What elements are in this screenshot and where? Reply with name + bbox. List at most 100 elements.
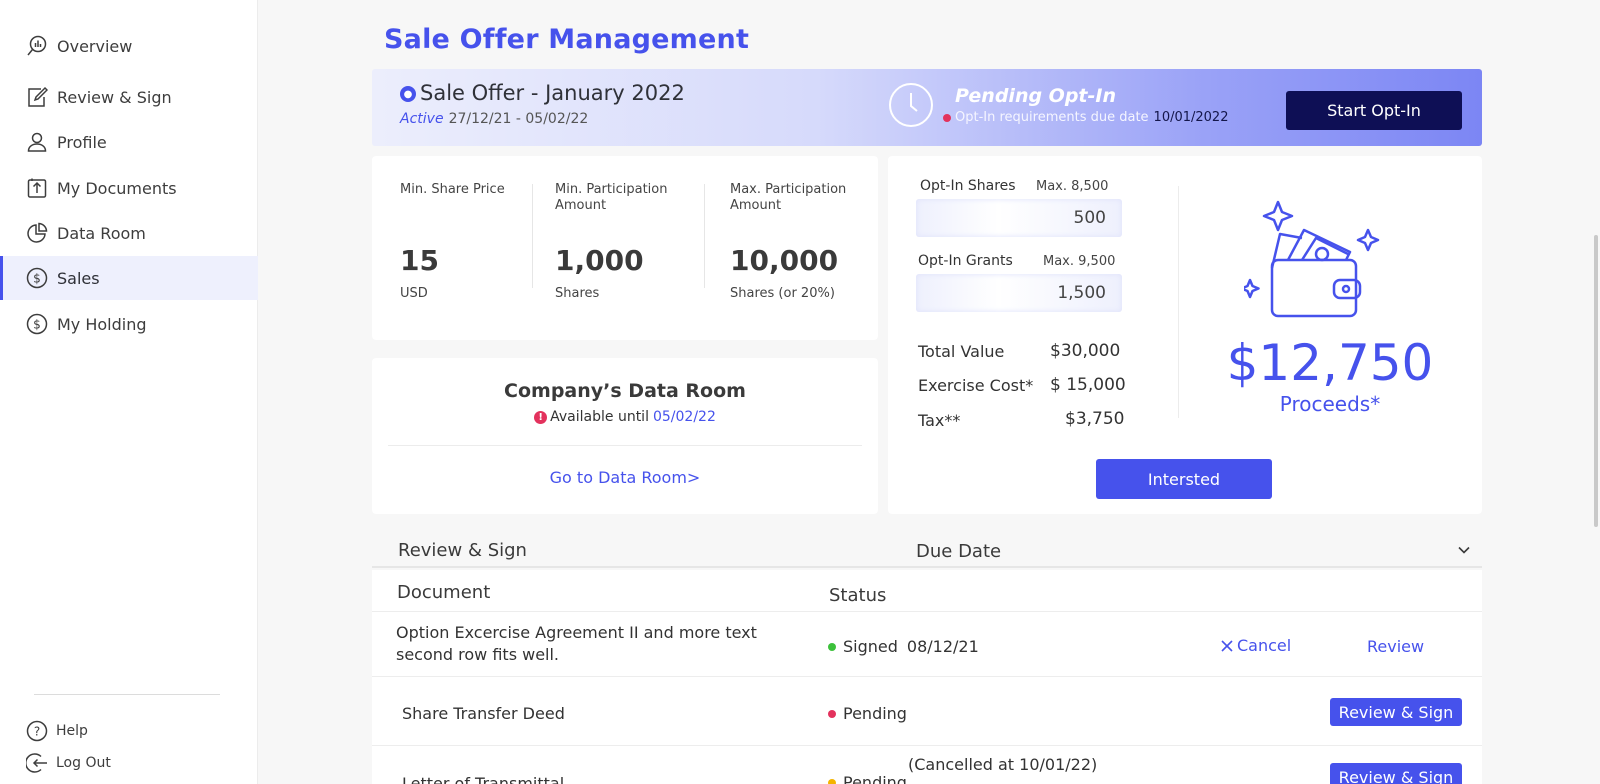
status-pending: Pending [828, 773, 907, 784]
alert-dot [943, 113, 951, 122]
review-sign-header[interactable]: Review & Sign Due Date [372, 530, 1482, 568]
dollar-circle-icon: $ [26, 313, 48, 335]
sale-offer-banner: ● Sale Offer - January 2022 Active 27/12/… [372, 69, 1482, 146]
pending-opt-in-title: Pending Opt-In [955, 85, 1116, 107]
start-opt-in-button[interactable]: Start Opt-In [1286, 91, 1462, 130]
svg-text:?: ? [34, 725, 40, 739]
signed-date: 08/12/21 [906, 637, 979, 656]
document-name: Letter of Transmittal [402, 774, 565, 784]
status-dot [828, 778, 836, 784]
alert-icon: ! [534, 410, 548, 424]
sidebar-item-label: Profile [57, 132, 107, 152]
status-dot [828, 709, 836, 718]
dollar-circle-icon: $ [26, 267, 48, 289]
sidebar-item-label: My Documents [57, 178, 177, 198]
offer-period: Active 27/12/21 - 05/02/22 [400, 111, 588, 127]
user-icon [26, 131, 48, 153]
available-date: 05/02/22 [652, 409, 716, 425]
review-sign-button[interactable]: Review & Sign [1330, 763, 1462, 784]
tax-label: Tax** [918, 411, 961, 430]
requirements-date: 10/01/2022 [1153, 110, 1229, 125]
wallet-icon [1244, 200, 1380, 318]
requirements-text: Opt-In requirements due date [955, 110, 1149, 125]
cancelled-note: (Cancelled at 10/01/22) [908, 755, 1098, 774]
opt-in-shares-max: Max. 8,500 [1036, 179, 1109, 194]
go-to-data-room-link[interactable]: Go to Data Room> [372, 468, 878, 487]
total-value: $30,000 [1050, 341, 1121, 361]
sidebar-item-label: Review & Sign [57, 87, 172, 107]
close-icon [1221, 639, 1233, 652]
metric-label: Min. Share Price [400, 182, 505, 197]
sidebar-item-sales[interactable]: $ Sales [0, 256, 258, 300]
document-name: Option Excercise Agreement II and more t… [396, 623, 757, 664]
status-text: Pending [843, 773, 907, 784]
column-header-status: Status [829, 585, 887, 606]
status-signed: Signed 08/12/21 [828, 637, 979, 656]
vertical-scrollbar[interactable] [1594, 235, 1598, 527]
due-date-header: Due Date [916, 541, 1002, 562]
row-divider [372, 676, 1482, 677]
sidebar-item-overview[interactable]: Overview [0, 24, 258, 68]
status-pending: Pending [828, 704, 907, 723]
metric-min-share-price: Min. Share Price 15 USD [400, 182, 530, 301]
review-sign-button[interactable]: Review & Sign [1330, 698, 1462, 726]
status-text: Signed [843, 637, 898, 656]
help-label: Help [56, 723, 88, 739]
edit-document-icon [26, 86, 48, 108]
opt-in-card: Opt-In Shares Max. 8,500 Opt-In Grants M… [888, 156, 1482, 514]
divider [388, 445, 862, 446]
opt-in-grants-label: Opt-In Grants [918, 253, 1013, 269]
overview-search-chart-icon [26, 35, 48, 57]
offer-metrics-card: Min. Share Price 15 USD Min. Participati… [372, 156, 878, 340]
metric-value: 1,000 [555, 244, 644, 277]
data-room-title: Company’s Data Room [504, 380, 746, 402]
metric-label: Max. Participation Amount [730, 182, 847, 213]
document-upload-icon [26, 177, 48, 199]
sidebar-item-data-room[interactable]: Data Room [0, 211, 258, 255]
proceeds-value: $12,750 [1226, 334, 1434, 392]
info-icon: ● [400, 86, 416, 102]
sidebar-item-label: Sales [57, 268, 100, 288]
opt-in-grants-input[interactable] [916, 274, 1122, 312]
sidebar-item-label: Overview [57, 36, 133, 56]
metric-label: Min. Participation Amount [555, 182, 668, 213]
status-dot [828, 642, 836, 651]
review-button[interactable]: Review [1367, 637, 1424, 656]
available-text: Available until [550, 409, 649, 425]
logout-link[interactable]: Log Out [0, 752, 111, 774]
metric-divider [532, 184, 533, 288]
sidebar-item-review-sign[interactable]: Review & Sign [0, 75, 258, 119]
opt-in-shares-label: Opt-In Shares [920, 178, 1016, 194]
documents-table: Document Status Option Excercise Agreeme… [372, 570, 1482, 784]
document-name: Share Transfer Deed [402, 704, 565, 723]
opt-in-shares-input[interactable] [916, 199, 1122, 237]
sidebar-item-label: My Holding [57, 314, 147, 334]
proceeds-label: Proceeds* [1279, 392, 1381, 416]
data-room-availability: ! Available until 05/02/22 [372, 409, 878, 425]
metric-min-participation: Min. Participation Amount 1,000 Shares [555, 182, 695, 301]
offer-title: Sale Offer - January 2022 [420, 81, 685, 105]
status-text: Pending [843, 704, 907, 723]
help-link[interactable]: ? Help [0, 720, 88, 742]
svg-text:$: $ [33, 272, 41, 286]
logout-label: Log Out [56, 755, 111, 771]
review-sign-title: Review & Sign [398, 540, 527, 561]
sidebar-item-my-holding[interactable]: $ My Holding [0, 302, 258, 346]
interested-button[interactable]: Intersted [1096, 459, 1272, 499]
sidebar: Overview Review & Sign Profile My Docume… [0, 0, 258, 784]
pie-chart-icon [26, 222, 48, 244]
cancel-button[interactable]: Cancel [1220, 636, 1291, 655]
data-room-card: Company’s Data Room ! Available until 05… [372, 358, 878, 514]
exercise-cost: $ 15,000 [1050, 375, 1126, 395]
metric-unit: Shares [555, 286, 600, 301]
offer-dates: 27/12/21 - 05/02/22 [448, 111, 589, 127]
sidebar-item-profile[interactable]: Profile [0, 120, 258, 164]
opt-in-requirements: Opt-In requirements due date 10/01/2022 [943, 110, 1228, 125]
row-divider [372, 611, 1482, 612]
cancel-label: Cancel [1237, 636, 1292, 655]
chevron-down-icon[interactable] [1456, 542, 1472, 558]
sidebar-item-my-documents[interactable]: My Documents [0, 166, 258, 210]
metric-divider [704, 184, 705, 288]
page-title: Sale Offer Management [384, 24, 750, 55]
svg-text:$: $ [33, 318, 41, 332]
